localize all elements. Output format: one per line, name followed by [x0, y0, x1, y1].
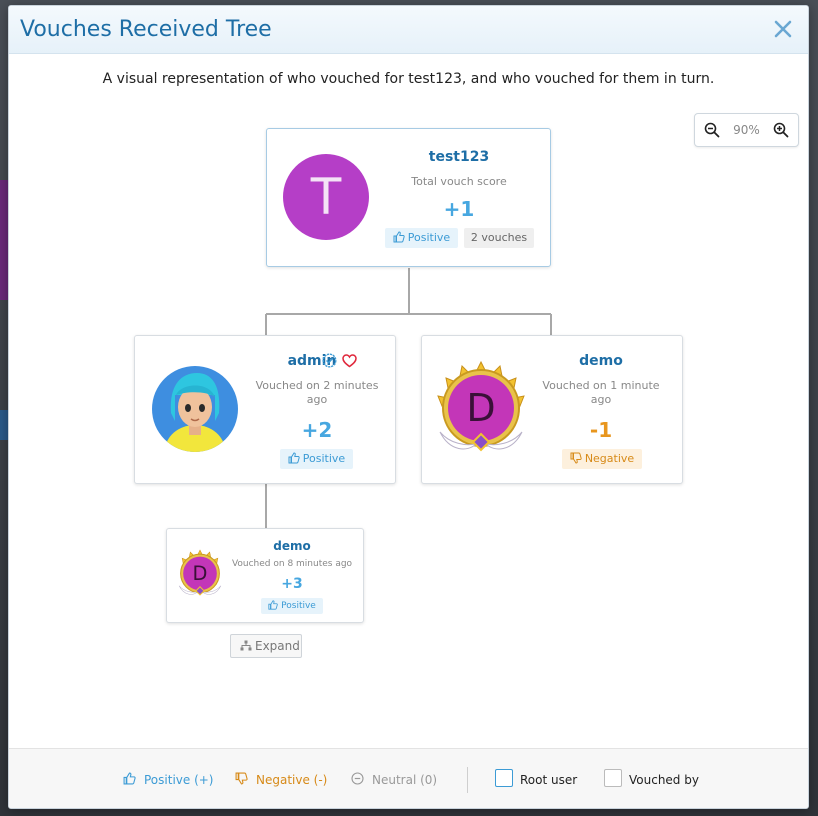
- vouch-count-badge: 2 vouches: [464, 228, 534, 248]
- verified-icon: [322, 353, 337, 368]
- thumbs-up-icon: [288, 452, 300, 464]
- legend-positive-label: Positive (+): [144, 773, 214, 787]
- avatar: D: [175, 549, 225, 599]
- legend-divider: [467, 767, 468, 793]
- username[interactable]: test123: [385, 149, 533, 165]
- legend-negative-label: Negative (-): [256, 773, 328, 787]
- tree-connectors: [265, 268, 552, 528]
- legend-root-user-label: Root user: [520, 773, 578, 787]
- positive-badge: Positive: [280, 449, 353, 469]
- heart-icon: [342, 354, 357, 368]
- root-user-swatch: [495, 769, 513, 787]
- voucher-card-demo-level2[interactable]: D demo Vouched on 8 minutes ago +3 Posit…: [166, 528, 364, 623]
- expand-label: Expand: [255, 639, 300, 653]
- vouch-time: Vouched on 2 minutes ago: [255, 379, 379, 407]
- score-label: Total vouch score: [411, 175, 507, 188]
- vouch-time: Vouched on 8 minutes ago: [231, 559, 353, 569]
- vouch-score: +3: [281, 576, 303, 592]
- neutral-icon: [351, 772, 364, 785]
- avatar: [151, 365, 239, 453]
- legend-vouched-by-label: Vouched by: [629, 773, 699, 787]
- vouch-score: +1: [443, 197, 475, 221]
- username[interactable]: demo: [229, 539, 355, 553]
- vouch-score: +2: [301, 418, 333, 442]
- negative-badge: Negative: [562, 449, 642, 469]
- thumbs-up-icon: [268, 600, 278, 610]
- legend-neutral-label: Neutral (0): [372, 773, 438, 787]
- legend-footer: Positive (+) Negative (-) Neutral (0) Ro…: [9, 748, 808, 808]
- svg-text:D: D: [466, 386, 495, 430]
- vouch-score: -1: [589, 418, 613, 442]
- username[interactable]: demo: [537, 353, 665, 369]
- thumbs-down-icon: [570, 452, 582, 464]
- vouch-time: Vouched on 1 minute ago: [542, 379, 660, 407]
- vouched-by-swatch: [604, 769, 622, 787]
- voucher-card-demo[interactable]: D demo Vouched on 1 minute ago -1 Negati…: [421, 335, 683, 484]
- avatar: T: [283, 154, 369, 240]
- sitemap-icon: [240, 640, 252, 651]
- avatar: D: [432, 360, 530, 458]
- positive-badge: Positive: [385, 228, 458, 248]
- expand-button[interactable]: Expand: [230, 634, 302, 658]
- thumbs-up-icon: [123, 772, 136, 785]
- root-user-card[interactable]: T test123 Total vouch score +1 Positive …: [266, 128, 551, 267]
- positive-badge: Positive: [261, 598, 323, 614]
- thumbs-down-icon: [235, 772, 248, 785]
- voucher-card-admin[interactable]: admin Vouched on 2 minutes ago +2 Positi…: [134, 335, 396, 484]
- vouches-tree-dialog: Vouches Received Tree A visual represent…: [8, 5, 809, 809]
- svg-text:D: D: [193, 562, 208, 585]
- thumbs-up-icon: [393, 231, 405, 243]
